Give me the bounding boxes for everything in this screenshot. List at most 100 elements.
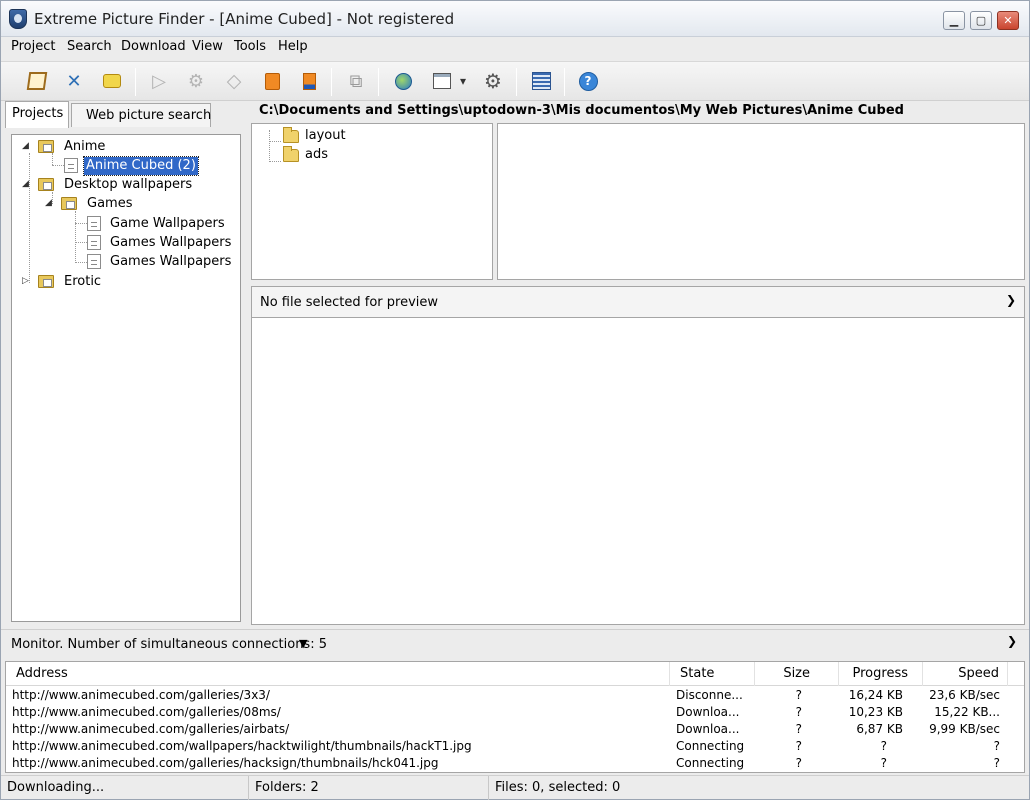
tree-node-label: Desktop wallpapers (64, 177, 193, 192)
cell-size: ? (795, 756, 802, 770)
note-icon[interactable] (101, 70, 123, 92)
downloads-table[interactable]: Address State Size Progress Speed http:/… (5, 661, 1025, 773)
cell-address: http://www.animecubed.com/galleries/08ms… (12, 705, 281, 719)
menu-download[interactable]: Download (121, 39, 186, 54)
chevron-down-icon[interactable] (457, 70, 469, 92)
folder-icon (61, 197, 77, 210)
cell-state: Connecting (676, 756, 745, 770)
column-address[interactable]: Address (6, 662, 670, 686)
cell-progress: 10,23 KB (848, 705, 903, 719)
project-icon (87, 216, 101, 231)
table-row[interactable]: http://www.animecubed.com/galleries/3x3/… (6, 687, 1024, 704)
table-header: Address State Size Progress Speed (6, 662, 1024, 686)
folder-label: ads (305, 147, 328, 162)
preview-header[interactable]: No file selected for preview ❯ (251, 286, 1025, 318)
expand-toggle-icon[interactable] (45, 198, 52, 208)
project-tree[interactable]: Anime Anime Cubed (2) Desktop wallpapers… (11, 134, 241, 622)
toolbar-separator (516, 68, 517, 96)
tab-projects[interactable]: Projects (5, 101, 69, 128)
cell-speed: ? (993, 739, 1000, 753)
table-row[interactable]: http://www.animecubed.com/galleries/airb… (6, 721, 1024, 738)
status-folders: Folders: 2 (249, 776, 489, 800)
cell-speed: 23,6 KB/sec (929, 688, 1000, 702)
folder-icon (38, 140, 54, 153)
menu-tools[interactable]: Tools (234, 39, 266, 54)
cell-address: http://www.animecubed.com/galleries/hack… (12, 756, 439, 770)
cell-size: ? (795, 688, 802, 702)
window-icon[interactable] (431, 70, 453, 92)
tree-node-label: Games Wallpapers (110, 254, 232, 269)
column-size[interactable]: Size (755, 662, 839, 686)
project-icon (87, 235, 101, 250)
refresh-icon[interactable] (345, 70, 367, 92)
column-speed[interactable]: Speed (923, 662, 1008, 686)
tree-guide (75, 211, 76, 263)
table-row[interactable]: http://www.animecubed.com/wallpapers/hac… (6, 738, 1024, 755)
close-button[interactable]: ✕ (997, 11, 1019, 30)
tree-guide (52, 192, 53, 204)
tree-guide (75, 242, 87, 243)
edit-icon[interactable] (26, 70, 48, 92)
folder-icon (283, 146, 299, 162)
column-state[interactable]: State (670, 662, 755, 686)
title-bar: Extreme Picture Finder - [Anime Cubed] -… (1, 1, 1029, 37)
maximize-button[interactable]: ▢ (970, 11, 992, 30)
stop-icon[interactable] (261, 70, 283, 92)
file-pane[interactable] (497, 123, 1025, 280)
tab-web-picture-search[interactable]: Web picture search (71, 103, 211, 127)
stop-all-icon[interactable] (298, 70, 320, 92)
minimize-button[interactable]: ▁ (943, 11, 965, 30)
cell-size: ? (795, 705, 802, 719)
path-bar: C:\Documents and Settings\uptodown-3\Mis… (259, 103, 904, 118)
cell-state: Connecting (676, 739, 745, 753)
project-icon (87, 254, 101, 269)
tools-icon[interactable] (63, 70, 85, 92)
chevron-down-icon[interactable]: ❯ (1006, 293, 1016, 307)
globe-icon[interactable] (392, 70, 414, 92)
tree-guide (75, 262, 87, 263)
cell-progress: 16,24 KB (848, 688, 903, 702)
tree-guide (75, 223, 87, 224)
cell-state: Downloa... (676, 705, 740, 719)
list-icon[interactable] (530, 70, 552, 92)
toolbar-separator (331, 68, 332, 96)
cell-size: ? (795, 722, 802, 736)
tree-node-label: Games (87, 196, 133, 211)
cell-address: http://www.animecubed.com/galleries/airb… (12, 722, 290, 736)
app-icon (9, 9, 27, 29)
preview-area (251, 318, 1025, 625)
chevron-down-icon[interactable]: ❯ (1007, 634, 1017, 648)
folder-pane[interactable]: layout ads (251, 123, 493, 280)
menu-view[interactable]: View (192, 39, 223, 54)
diamond-icon[interactable] (223, 70, 245, 92)
tree-guide (52, 165, 64, 166)
cell-progress: 6,87 KB (856, 722, 903, 736)
tree-guide (52, 153, 53, 165)
connections-dropdown-icon[interactable]: ▼ (299, 637, 307, 650)
play-icon[interactable] (148, 70, 170, 92)
folder-icon (38, 275, 54, 288)
toolbar-separator (564, 68, 565, 96)
cell-state: Downloa... (676, 722, 740, 736)
menu-project[interactable]: Project (11, 39, 55, 54)
table-row[interactable]: http://www.animecubed.com/galleries/08ms… (6, 704, 1024, 721)
expand-toggle-icon[interactable] (22, 179, 29, 189)
toolbar-separator (135, 68, 136, 96)
tree-node-label: Games Wallpapers (110, 235, 232, 250)
status-bar: Downloading... Folders: 2 Files: 0, sele… (1, 775, 1029, 800)
menu-search[interactable]: Search (67, 39, 112, 54)
gear-grey-icon[interactable] (185, 70, 207, 92)
menu-help[interactable]: Help (278, 39, 308, 54)
project-icon (64, 158, 78, 173)
expand-toggle-icon[interactable] (22, 141, 29, 151)
cell-address: http://www.animecubed.com/galleries/3x3/ (12, 688, 270, 702)
table-row[interactable]: http://www.animecubed.com/galleries/hack… (6, 755, 1024, 772)
expand-toggle-icon[interactable] (22, 276, 29, 286)
column-progress[interactable]: Progress (839, 662, 923, 686)
help-icon[interactable] (577, 70, 599, 92)
tree-node-label: Anime (64, 139, 106, 154)
gear-icon[interactable] (482, 70, 504, 92)
cell-speed: 9,99 KB/sec (929, 722, 1000, 736)
tree-guide (29, 153, 30, 283)
folder-label: layout (305, 128, 346, 143)
